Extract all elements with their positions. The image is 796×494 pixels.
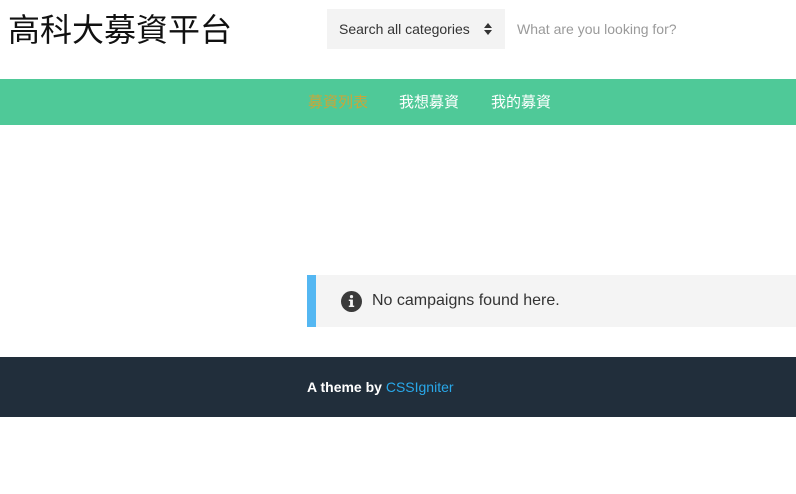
sort-updown-icon [484, 23, 492, 35]
footer-credit-prefix: A theme by [307, 379, 386, 395]
site-header: 高科大募資平台 Search all categories [0, 0, 796, 79]
info-notice: No campaigns found here. [307, 275, 796, 327]
footer-cssigniter-link[interactable]: CSSIgniter [386, 379, 454, 395]
page: 高科大募資平台 Search all categories 募資列表 我想募資 … [0, 0, 796, 494]
category-select[interactable]: Search all categories [327, 9, 505, 49]
site-title[interactable]: 高科大募資平台 [8, 9, 232, 51]
main-nav: 募資列表 我想募資 我的募資 [0, 79, 796, 125]
nav-item-my-campaigns[interactable]: 我的募資 [491, 92, 551, 112]
info-icon [341, 291, 362, 312]
site-footer: A theme by CSSIgniter [0, 357, 796, 417]
notice-text: No campaigns found here. [372, 292, 560, 309]
nav-item-campaign-list[interactable]: 募資列表 [308, 92, 368, 112]
nav-item-start-campaign[interactable]: 我想募資 [399, 92, 459, 112]
category-select-value: Search all categories [339, 21, 470, 37]
search-input[interactable] [505, 9, 796, 49]
footer-credit: A theme by CSSIgniter [307, 378, 454, 396]
